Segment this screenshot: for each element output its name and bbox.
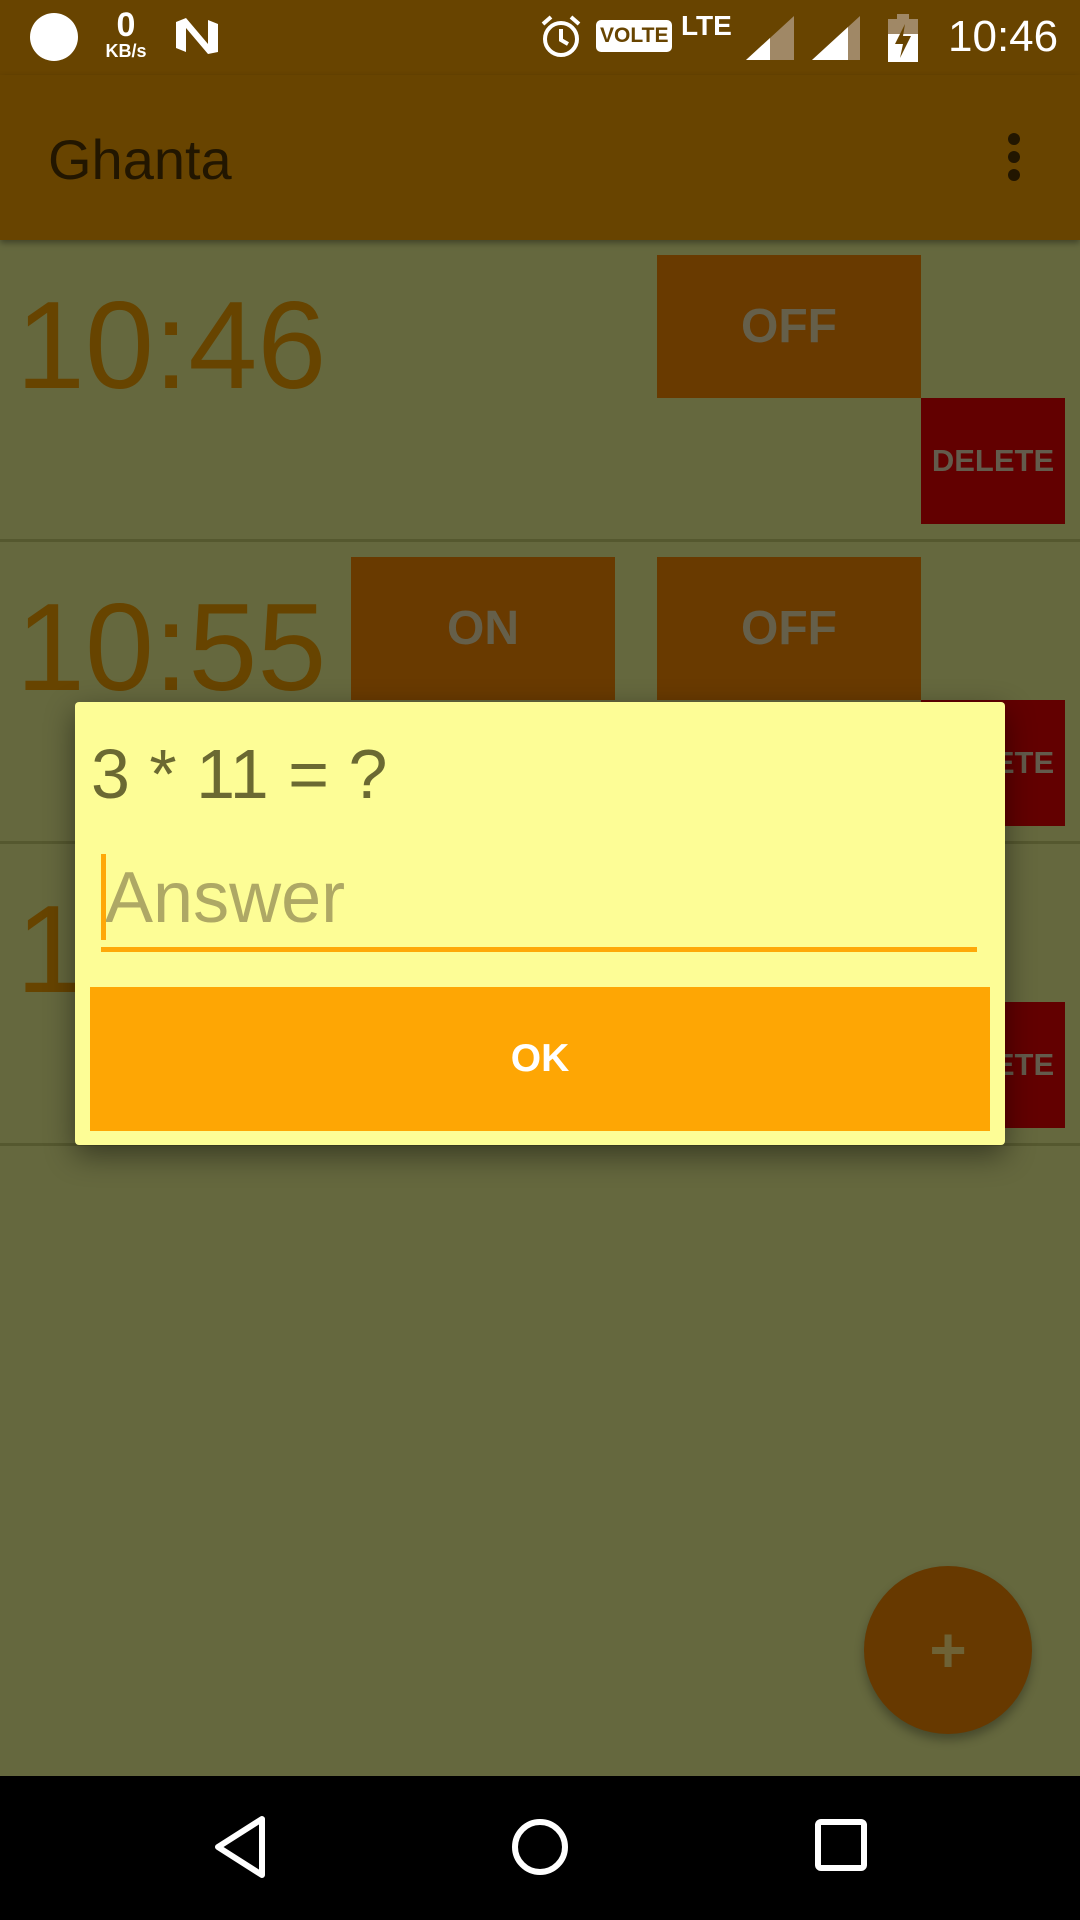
recents-icon[interactable] bbox=[814, 1818, 868, 1872]
alarm-row: 10:46 OFF DELETE bbox=[0, 240, 1080, 542]
network-speed: 0 KB/s bbox=[98, 8, 154, 60]
off-button[interactable]: OFF bbox=[657, 255, 921, 398]
battery-charging-icon bbox=[888, 14, 918, 62]
text-cursor bbox=[101, 854, 106, 940]
home-icon[interactable] bbox=[510, 1814, 570, 1880]
signal-icon bbox=[746, 16, 794, 60]
clock: 10:46 bbox=[948, 12, 1059, 61]
delete-button[interactable]: DELETE bbox=[921, 398, 1065, 524]
more-vert-icon[interactable] bbox=[990, 125, 1038, 189]
speed-unit: KB/s bbox=[105, 41, 147, 61]
n-logo-icon bbox=[176, 18, 218, 54]
answer-input[interactable] bbox=[101, 848, 977, 947]
app-bar: Ghanta bbox=[0, 75, 1080, 240]
back-icon[interactable] bbox=[210, 1814, 270, 1880]
app-title: Ghanta bbox=[48, 128, 232, 191]
answer-field[interactable] bbox=[101, 848, 977, 952]
volte-badge: VOLTE bbox=[596, 20, 673, 52]
dialog-question: 3 * 11 = ? bbox=[91, 735, 388, 813]
network-type: LTE bbox=[681, 10, 732, 41]
ok-button[interactable]: OK bbox=[90, 987, 990, 1131]
on-button[interactable]: ON bbox=[351, 557, 615, 700]
alarm-time[interactable]: 10:46 bbox=[16, 278, 326, 415]
circle-icon bbox=[30, 13, 78, 61]
signal-icon bbox=[812, 16, 860, 60]
alarm-time[interactable]: 10:55 bbox=[16, 580, 326, 717]
nav-bar bbox=[0, 1776, 1080, 1920]
add-alarm-button[interactable]: + bbox=[864, 1566, 1032, 1734]
off-button[interactable]: OFF bbox=[657, 557, 921, 700]
speed-value: 0 bbox=[116, 6, 136, 44]
status-bar: 0 KB/s VOLTE LTE 10:46 bbox=[0, 0, 1080, 75]
alarm-clock-icon bbox=[541, 15, 581, 57]
math-challenge-dialog: 3 * 11 = ? OK bbox=[75, 702, 1005, 1145]
